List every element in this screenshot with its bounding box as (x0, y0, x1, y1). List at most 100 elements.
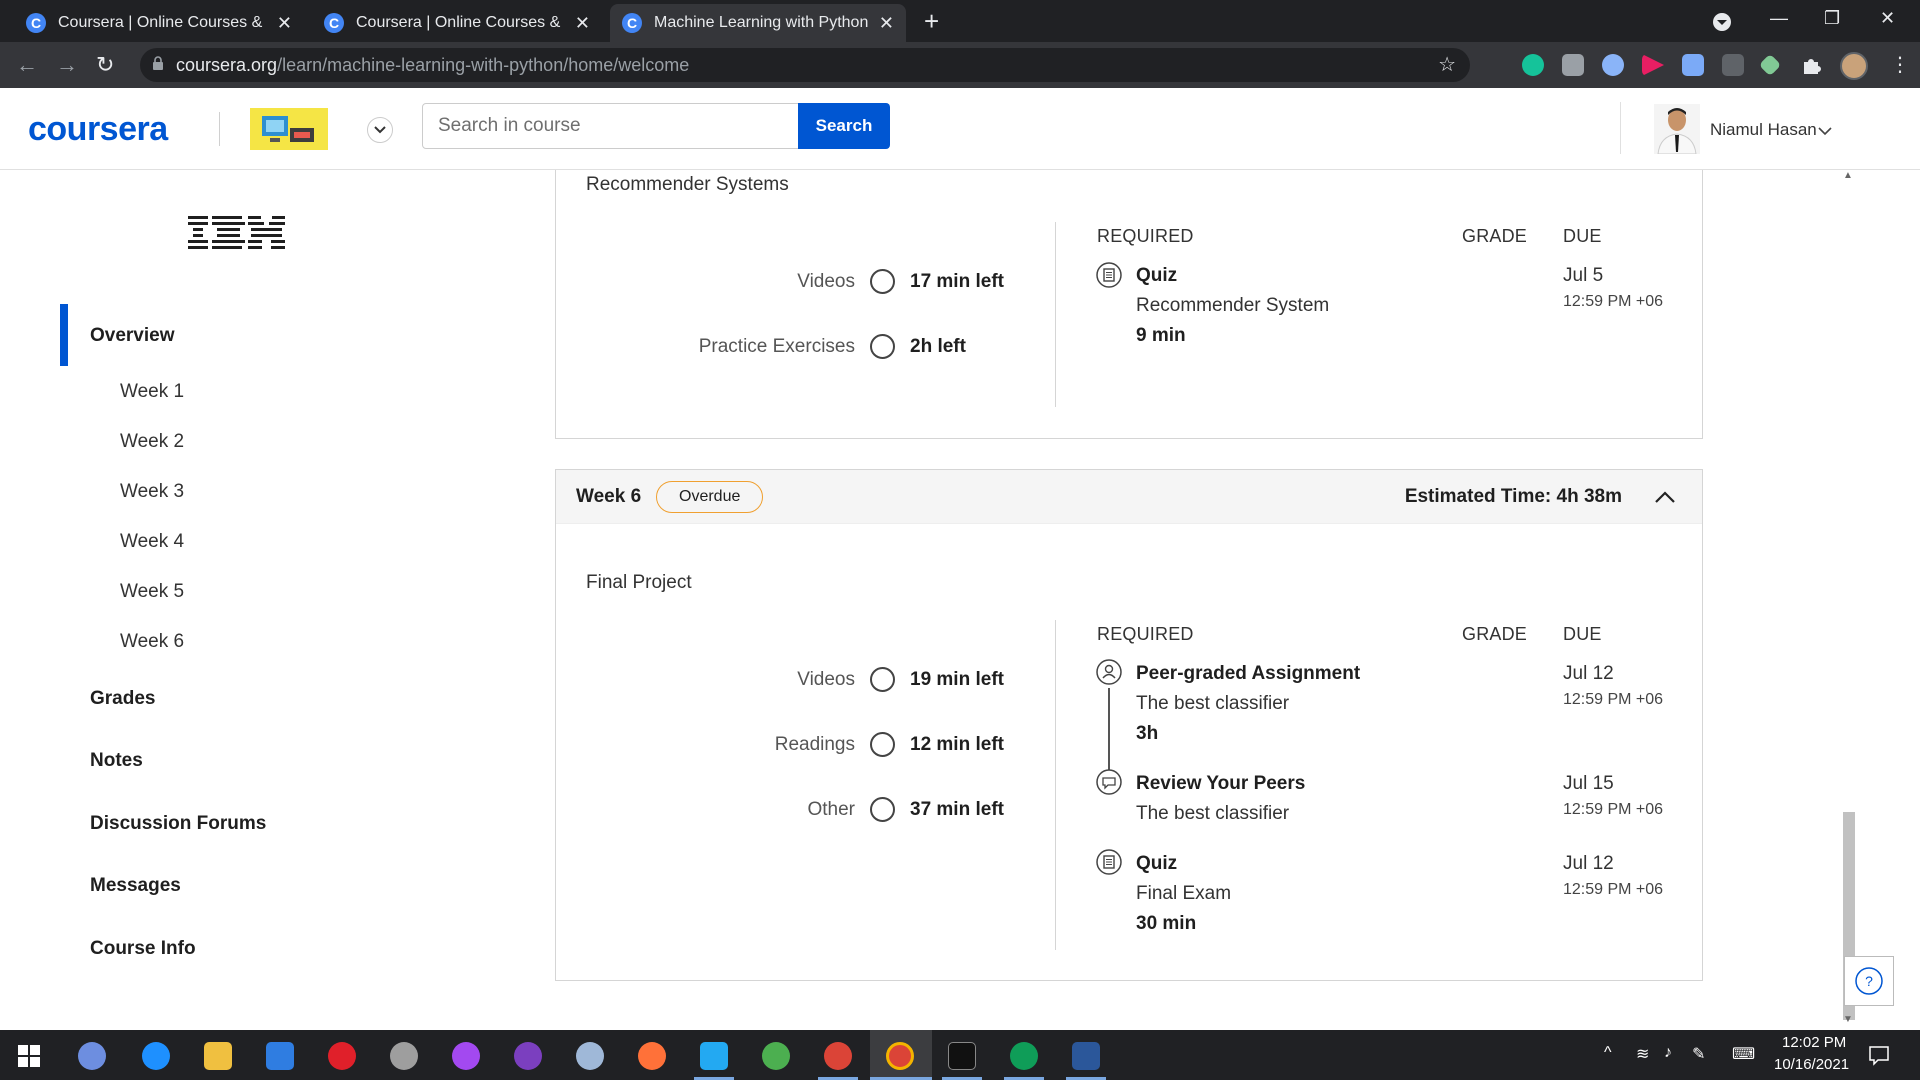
chrome-icon[interactable] (1010, 1042, 1038, 1070)
tray-overflow-icon[interactable]: ^ (1604, 1044, 1612, 1062)
app-icon[interactable] (390, 1042, 418, 1070)
item-type-link[interactable]: Quiz (1136, 853, 1177, 875)
search-button[interactable]: Search (798, 103, 890, 149)
extension-icon[interactable] (1602, 54, 1624, 76)
item-type-link[interactable]: Peer-graded Assignment (1136, 663, 1360, 685)
volume-icon[interactable]: ♪ (1664, 1044, 1672, 1062)
file-explorer-icon[interactable] (204, 1042, 232, 1070)
app-icon[interactable] (762, 1042, 790, 1070)
url-path: /learn/machine-learning-with-python/home… (277, 54, 690, 75)
course-switcher-chevron-icon[interactable] (367, 117, 393, 143)
terminal-icon[interactable] (948, 1042, 976, 1070)
pen-extension-icon[interactable] (1758, 53, 1782, 77)
pen-icon[interactable]: ✎ (1692, 1044, 1705, 1064)
minimize-button[interactable]: — (1770, 8, 1788, 29)
extension-icon[interactable] (1722, 54, 1744, 76)
keyboard-icon[interactable]: ⌨ (1732, 1044, 1755, 1064)
due-date: Jul 15 (1563, 773, 1614, 794)
sidebar-item-grades[interactable]: Grades (90, 688, 155, 710)
sidebar-item-week-4[interactable]: Week 4 (120, 531, 184, 553)
camera-extension-icon[interactable] (1562, 54, 1584, 76)
download-extension-icon[interactable] (1682, 54, 1704, 76)
user-name[interactable]: Niamul Hasan (1710, 120, 1817, 140)
clock-time[interactable]: 12:02 PM (1782, 1034, 1846, 1051)
sidebar-item-discussion-forums[interactable]: Discussion Forums (90, 813, 266, 835)
grammarly-extension-icon[interactable] (1522, 54, 1544, 76)
active-nav-indicator (60, 304, 68, 366)
sidebar-item-week-6[interactable]: Week 6 (120, 631, 184, 653)
play-extension-icon[interactable] (1642, 54, 1664, 76)
edge-browser-icon[interactable] (142, 1042, 170, 1070)
course-thumbnail-icon[interactable] (250, 108, 328, 150)
browser-tab-2[interactable]: C Coursera | Online Courses & Credential… (312, 4, 602, 42)
module-title: Recommender Systems (586, 174, 789, 195)
scroll-up-arrow-icon[interactable]: ▲ (1843, 170, 1853, 181)
user-menu-chevron-icon[interactable] (1818, 126, 1832, 136)
windows-start-icon[interactable] (18, 1045, 40, 1067)
firefox-icon[interactable] (638, 1042, 666, 1070)
sidebar-item-week-1[interactable]: Week 1 (120, 381, 184, 403)
item-type-link[interactable]: Review Your Peers (1136, 773, 1305, 795)
sidebar-item-week-5[interactable]: Week 5 (120, 581, 184, 603)
browser-menu-icon[interactable]: ⋮ (1890, 52, 1910, 77)
app-icon[interactable] (576, 1042, 604, 1070)
bookmark-star-icon[interactable]: ☆ (1438, 52, 1456, 77)
tab-title: Coursera | Online Courses & Credentials (58, 14, 267, 31)
close-tab-icon[interactable]: ✕ (277, 13, 292, 34)
puzzle-extensions-icon[interactable] (1800, 54, 1822, 76)
item-duration: 30 min (1136, 913, 1197, 934)
item-name: The best classifier (1136, 803, 1290, 824)
header-divider (1620, 102, 1621, 154)
sidebar-item-week-2[interactable]: Week 2 (120, 431, 184, 453)
browser-tab-3-active[interactable]: C Machine Learning with Python - Home ✕ (610, 4, 906, 42)
item-name: The best classifier (1136, 693, 1290, 714)
due-time: 12:59 PM +06 (1563, 881, 1664, 898)
new-tab-button[interactable]: + (924, 6, 939, 37)
word-icon[interactable] (1072, 1042, 1100, 1070)
profile-menu-icon[interactable] (1712, 12, 1732, 32)
forward-icon[interactable]: → (56, 52, 78, 78)
github-desktop-icon[interactable] (514, 1042, 542, 1070)
address-bar[interactable]: coursera.org/learn/machine-learning-with… (140, 48, 1470, 82)
close-tab-icon[interactable]: ✕ (575, 13, 590, 34)
resource-time-left: 2h left (910, 336, 966, 357)
sidebar-item-overview[interactable]: Overview (90, 325, 175, 347)
collapse-chevron-icon[interactable] (1652, 484, 1678, 510)
close-window-button[interactable]: ✕ (1880, 8, 1895, 29)
close-tab-icon[interactable]: ✕ (879, 13, 894, 34)
vscode-icon[interactable] (700, 1042, 728, 1070)
mail-icon[interactable] (266, 1042, 294, 1070)
due-time: 12:59 PM +06 (1563, 801, 1664, 818)
sidebar-item-week-3[interactable]: Week 3 (120, 481, 184, 503)
overdue-badge: Overdue (656, 481, 764, 513)
lock-icon[interactable] (152, 56, 164, 70)
course-search-input[interactable] (422, 103, 799, 149)
reload-icon[interactable]: ↻ (96, 52, 114, 78)
back-icon[interactable]: ← (16, 52, 38, 78)
chrome-icon[interactable] (824, 1042, 852, 1070)
chrome-icon[interactable] (886, 1042, 914, 1070)
estimated-time: Estimated Time: 4h 38m (1404, 486, 1622, 507)
browser-tab-1[interactable]: C Coursera | Online Courses & Credential… (14, 4, 304, 42)
help-button[interactable]: ? (1844, 956, 1894, 1006)
scroll-down-arrow-icon[interactable]: ▼ (1843, 1014, 1853, 1025)
coursera-favicon-icon: C (622, 13, 642, 33)
profile-avatar-icon[interactable] (1840, 52, 1868, 80)
opera-browser-icon[interactable] (328, 1042, 356, 1070)
coursera-logo[interactable]: coursera (28, 110, 168, 149)
quiz-icon (1096, 849, 1122, 875)
due-date: Jul 5 (1563, 265, 1604, 286)
quiz-icon (1096, 262, 1122, 288)
sidebar-item-messages[interactable]: Messages (90, 875, 181, 897)
week-6-header[interactable]: Week 6 Overdue Estimated Time: 4h 38m (556, 470, 1702, 524)
sidebar-item-course-info[interactable]: Course Info (90, 938, 196, 960)
app-icon[interactable] (78, 1042, 106, 1070)
clock-date[interactable]: 10/16/2021 (1774, 1056, 1849, 1073)
item-type-link[interactable]: Quiz (1136, 265, 1177, 287)
messenger-icon[interactable] (452, 1042, 480, 1070)
sidebar-item-notes[interactable]: Notes (90, 750, 143, 772)
restore-button[interactable]: ❐ (1824, 8, 1840, 29)
wifi-icon[interactable]: ≋ (1636, 1044, 1649, 1064)
user-avatar[interactable] (1654, 104, 1700, 154)
notifications-icon[interactable] (1868, 1044, 1890, 1066)
